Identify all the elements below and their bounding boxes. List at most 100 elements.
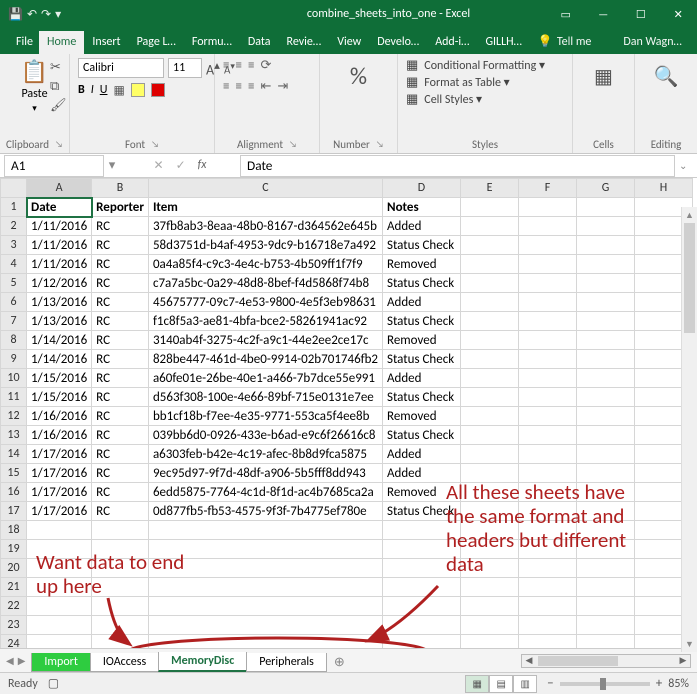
- align-center-icon[interactable]: ≡: [235, 79, 241, 94]
- cell[interactable]: Added: [383, 369, 461, 388]
- editing-icon[interactable]: 🔍: [654, 64, 679, 89]
- decrease-indent-icon[interactable]: ⇤: [260, 79, 271, 94]
- cell[interactable]: [461, 464, 519, 483]
- copy-icon[interactable]: ⧉: [50, 79, 67, 94]
- align-left-icon[interactable]: ≡: [223, 79, 229, 94]
- cell[interactable]: [461, 198, 519, 217]
- cell[interactable]: [519, 635, 577, 649]
- cell[interactable]: RC: [92, 483, 149, 502]
- cell[interactable]: [519, 350, 577, 369]
- cell[interactable]: [577, 426, 635, 445]
- row-header[interactable]: 2: [1, 217, 27, 236]
- cell[interactable]: [383, 578, 461, 597]
- cell[interactable]: 1/11/2016: [27, 236, 92, 255]
- undo-icon[interactable]: ↶: [27, 7, 37, 22]
- dialog-launcher-icon[interactable]: ↘: [151, 139, 159, 150]
- col-header[interactable]: H: [635, 179, 693, 198]
- cell[interactable]: [519, 255, 577, 274]
- cell[interactable]: 1/17/2016: [27, 502, 92, 521]
- tab-view[interactable]: View: [329, 31, 369, 54]
- font-size-select[interactable]: [168, 58, 202, 78]
- tab-addins[interactable]: Add-i…: [427, 31, 477, 54]
- cell[interactable]: 1/13/2016: [27, 293, 92, 312]
- dialog-launcher-icon[interactable]: ↘: [289, 139, 297, 150]
- cell[interactable]: [461, 388, 519, 407]
- cell[interactable]: [461, 540, 519, 559]
- name-box[interactable]: [4, 155, 104, 177]
- font-name-select[interactable]: [78, 58, 164, 78]
- cell[interactable]: [519, 407, 577, 426]
- row-header[interactable]: 24: [1, 635, 27, 649]
- cell[interactable]: [148, 521, 382, 540]
- cell[interactable]: [461, 369, 519, 388]
- cell[interactable]: [27, 635, 92, 649]
- bold-button[interactable]: B: [78, 83, 85, 97]
- tab-page-layout[interactable]: Page L…: [129, 31, 184, 54]
- row-header[interactable]: 11: [1, 388, 27, 407]
- cell[interactable]: [577, 369, 635, 388]
- cell[interactable]: [519, 312, 577, 331]
- row-header[interactable]: 17: [1, 502, 27, 521]
- row-header[interactable]: 20: [1, 559, 27, 578]
- row-header[interactable]: 6: [1, 293, 27, 312]
- cell[interactable]: 1/17/2016: [27, 483, 92, 502]
- cell[interactable]: [577, 198, 635, 217]
- cell[interactable]: Item: [148, 198, 382, 217]
- dialog-launcher-icon[interactable]: ↘: [376, 139, 384, 150]
- row-header[interactable]: 9: [1, 350, 27, 369]
- scrollbar-thumb[interactable]: [538, 656, 618, 666]
- cell[interactable]: [519, 236, 577, 255]
- row-header[interactable]: 15: [1, 464, 27, 483]
- cell[interactable]: [519, 483, 577, 502]
- sheet-tab-memorydisc[interactable]: MemoryDisc: [158, 652, 247, 672]
- cell[interactable]: [461, 578, 519, 597]
- cell[interactable]: [461, 616, 519, 635]
- cell[interactable]: [461, 635, 519, 649]
- cell[interactable]: [519, 198, 577, 217]
- col-header[interactable]: D: [383, 179, 461, 198]
- cell[interactable]: Removed: [383, 483, 461, 502]
- cell[interactable]: RC: [92, 312, 149, 331]
- sheet-nav-prev-icon[interactable]: ◀: [6, 654, 14, 667]
- cell[interactable]: 1/13/2016: [27, 312, 92, 331]
- cut-icon[interactable]: ✂: [50, 60, 67, 75]
- cell[interactable]: [577, 217, 635, 236]
- cell[interactable]: 1/15/2016: [27, 369, 92, 388]
- cell[interactable]: RC: [92, 426, 149, 445]
- cell[interactable]: [519, 426, 577, 445]
- fill-color-button[interactable]: [131, 83, 145, 97]
- cell[interactable]: [148, 578, 382, 597]
- cell[interactable]: 1/16/2016: [27, 407, 92, 426]
- zoom-in-button[interactable]: +: [656, 676, 662, 691]
- cell[interactable]: RC: [92, 255, 149, 274]
- tab-data[interactable]: Data: [240, 31, 279, 54]
- cell[interactable]: [27, 616, 92, 635]
- view-page-break-button[interactable]: ▥: [513, 675, 537, 693]
- cell[interactable]: 1/11/2016: [27, 217, 92, 236]
- cell[interactable]: 828be447-461d-4be0-9914-02b701746fb2: [148, 350, 382, 369]
- cell[interactable]: Added: [383, 464, 461, 483]
- cell[interactable]: [519, 445, 577, 464]
- row-header[interactable]: 1: [1, 198, 27, 217]
- tab-gillh[interactable]: GILLH…: [477, 31, 529, 54]
- row-header[interactable]: 13: [1, 426, 27, 445]
- border-icon[interactable]: ▦: [113, 83, 124, 98]
- cell-styles-button[interactable]: ▦Cell Styles ▾: [406, 92, 564, 107]
- cell[interactable]: Removed: [383, 331, 461, 350]
- user-name[interactable]: Dan Wagn…: [615, 31, 689, 54]
- cell[interactable]: [461, 502, 519, 521]
- align-right-icon[interactable]: ≡: [248, 79, 254, 94]
- macro-record-icon[interactable]: ▢: [48, 676, 59, 691]
- row-header[interactable]: 14: [1, 445, 27, 464]
- zoom-level[interactable]: 85%: [668, 677, 689, 691]
- row-header[interactable]: 5: [1, 274, 27, 293]
- cell[interactable]: RC: [92, 274, 149, 293]
- row-header[interactable]: 23: [1, 616, 27, 635]
- cell[interactable]: [461, 521, 519, 540]
- formula-input[interactable]: [240, 155, 675, 177]
- cell[interactable]: RC: [92, 502, 149, 521]
- orientation-icon[interactable]: ⟳: [260, 58, 271, 73]
- conditional-formatting-button[interactable]: ▦Conditional Formatting ▾: [406, 58, 564, 73]
- maximize-button[interactable]: ☐: [622, 0, 660, 28]
- cell[interactable]: [92, 521, 149, 540]
